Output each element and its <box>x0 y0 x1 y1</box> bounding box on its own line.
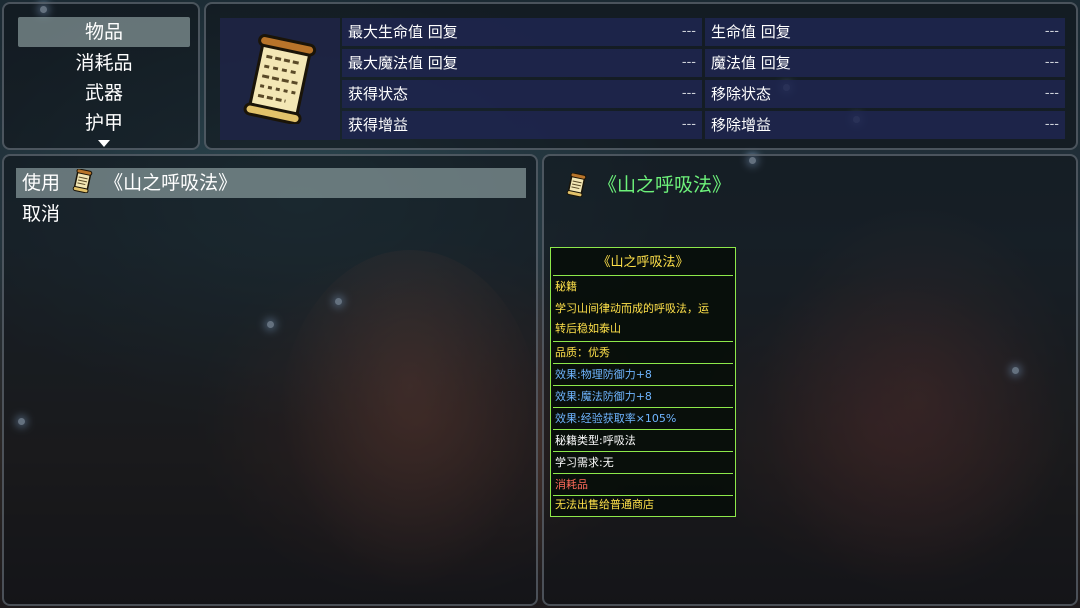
stat-value: --- <box>1044 86 1059 101</box>
stat-value: --- <box>681 117 696 132</box>
stat-gain-buff: 获得增益 --- <box>342 111 702 139</box>
scroll-down-icon[interactable] <box>98 140 110 147</box>
stat-remove-buff: 移除增益 --- <box>705 111 1065 139</box>
category-item-armor[interactable]: 护甲 <box>18 108 190 138</box>
stat-gain-state: 获得状态 --- <box>342 80 702 108</box>
scroll-icon <box>72 168 93 194</box>
scroll-icon <box>566 173 587 197</box>
item-effects-panel: 最大生命值 回复 --- 最大魔法值 回复 --- 获得状态 --- 获得增益 … <box>204 2 1078 150</box>
command-menu: 使用 《山之呼吸法》 取消 <box>2 154 538 606</box>
stat-remove-state: 移除状态 --- <box>705 80 1065 108</box>
tooltip-effect-exp-rate: 效果:经验获取率×105% <box>555 412 677 425</box>
tooltip-effect-physical-defense: 效果:物理防御力+8 <box>555 368 652 381</box>
stat-value: --- <box>681 24 696 39</box>
stat-label: 生命值 回复 <box>711 23 791 41</box>
item-tooltip: 《山之呼吸法》 秘籍 学习山间律动而成的呼吸法，运 转后稳如泰山 品质：优秀 效… <box>550 247 736 517</box>
cancel-button[interactable]: 取消 <box>16 199 526 229</box>
tooltip-description-line2: 转后稳如泰山 <box>555 322 621 335</box>
category-item-items[interactable]: 物品 <box>18 17 190 47</box>
stat-max-mp-recover: 最大魔法值 回复 --- <box>342 49 702 77</box>
stat-max-hp-recover: 最大生命值 回复 --- <box>342 18 702 46</box>
stat-value: --- <box>1044 55 1059 70</box>
category-item-weapons[interactable]: 武器 <box>18 78 190 108</box>
category-menu: 物品 消耗品 武器 护甲 <box>2 2 200 150</box>
stat-label: 最大生命值 回复 <box>348 23 458 41</box>
stat-hp-recover: 生命值 回复 --- <box>705 18 1065 46</box>
stat-label: 获得状态 <box>348 85 409 103</box>
tooltip-description-line1: 学习山间律动而成的呼吸法，运 <box>555 302 709 315</box>
scroll-icon <box>243 34 317 124</box>
stat-value: --- <box>681 55 696 70</box>
stat-label: 最大魔法值 回复 <box>348 54 458 72</box>
item-icon-frame <box>220 18 340 140</box>
stat-mp-recover: 魔法值 回复 --- <box>705 49 1065 77</box>
stat-value: --- <box>1044 117 1059 132</box>
tooltip-requirement: 学习需求:无 <box>555 456 614 469</box>
use-label: 使用 <box>22 172 61 194</box>
use-item-button[interactable]: 使用 《山之呼吸法》 <box>16 168 526 198</box>
tooltip-title: 《山之呼吸法》 <box>597 255 689 270</box>
tooltip-consumable: 消耗品 <box>555 478 588 491</box>
stat-label: 移除增益 <box>711 116 772 134</box>
detail-item-name: 《山之呼吸法》 <box>598 174 732 196</box>
tooltip-quality: 品质：优秀 <box>555 346 610 359</box>
tooltip-secret-type: 秘籍类型:呼吸法 <box>555 434 636 447</box>
tooltip-sell-note: 无法出售给普通商店 <box>555 498 654 511</box>
tooltip-category: 秘籍 <box>555 280 577 293</box>
use-item-name: 《山之呼吸法》 <box>104 172 238 194</box>
tooltip-effect-magic-defense: 效果:魔法防御力+8 <box>555 390 652 403</box>
stat-value: --- <box>1044 24 1059 39</box>
stat-label: 移除状态 <box>711 85 772 103</box>
stat-label: 魔法值 回复 <box>711 54 791 72</box>
category-item-consumables[interactable]: 消耗品 <box>18 48 190 78</box>
stat-value: --- <box>681 86 696 101</box>
stat-label: 获得增益 <box>348 116 409 134</box>
tooltip-divider <box>553 275 733 276</box>
